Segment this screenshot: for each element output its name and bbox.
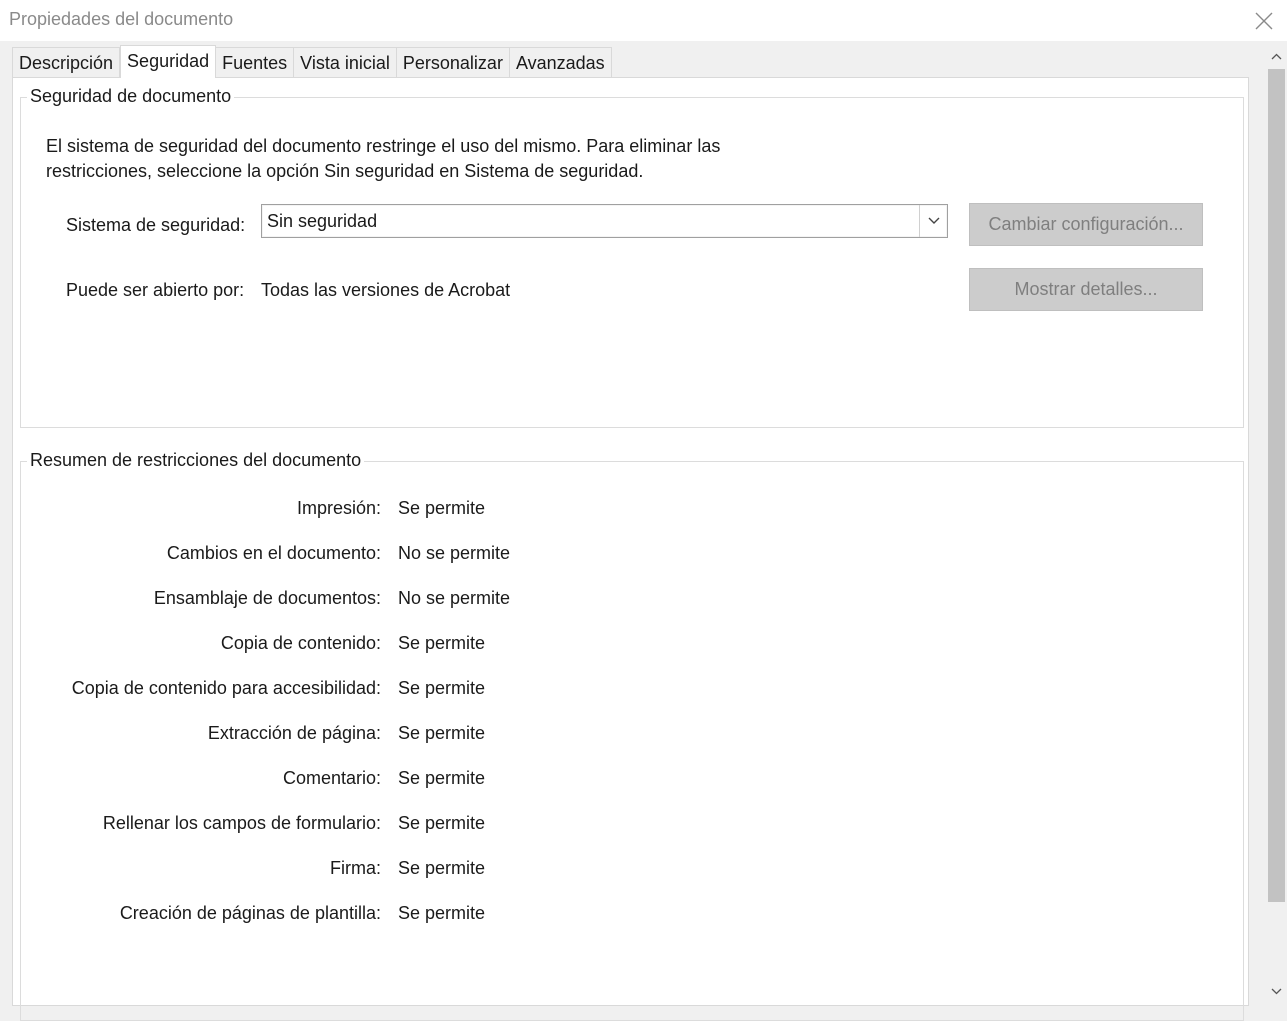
summary-value: No se permite: [398, 588, 511, 608]
summary-row-extraccion: Extracción de página: Se permite: [21, 723, 1245, 747]
scroll-up-button[interactable]: [1266, 46, 1287, 66]
change-settings-button[interactable]: Cambiar configuración...: [969, 203, 1203, 246]
summary-row-plantilla: Creación de páginas de plantilla: Se per…: [21, 903, 1245, 927]
summary-row-impresion: Impresión: Se permite: [21, 498, 1245, 522]
summary-value: Se permite: [398, 678, 486, 698]
summary-row-firma: Firma: Se permite: [21, 858, 1245, 882]
tab-fuentes[interactable]: Fuentes: [216, 47, 295, 78]
dropdown-arrow[interactable]: [919, 205, 947, 237]
summary-value: Se permite: [398, 633, 486, 653]
summary-label: Firma:: [330, 858, 381, 878]
tab-personalizar[interactable]: Personalizar: [396, 47, 510, 78]
security-system-value: Sin seguridad: [267, 211, 378, 231]
summary-label: Cambios en el documento:: [166, 543, 381, 563]
scroll-thumb[interactable]: [1268, 69, 1285, 902]
security-system-label: Sistema de seguridad:: [66, 215, 246, 235]
tab-bar: Descripción Seguridad Fuentes Vista inic…: [12, 45, 612, 78]
summary-label: Creación de páginas de plantilla:: [119, 903, 381, 923]
close-icon: [1255, 12, 1273, 29]
vertical-scrollbar[interactable]: [1266, 41, 1287, 1006]
tab-avanzadas[interactable]: Avanzadas: [509, 47, 612, 78]
opened-by-label: Puede ser abierto por:: [66, 280, 245, 300]
document-security-legend: Seguridad de documento: [27, 86, 235, 107]
close-button[interactable]: [1241, 0, 1287, 41]
summary-label: Extracción de página:: [207, 723, 381, 743]
chevron-down-icon: [928, 217, 939, 224]
summary-value: Se permite: [398, 858, 486, 878]
summary-row-ensamblaje: Ensamblaje de documentos: No se permite: [21, 588, 1245, 612]
summary-label: Rellenar los campos de formulario:: [102, 813, 381, 833]
summary-row-comentario: Comentario: Se permite: [21, 768, 1245, 792]
security-system-select[interactable]: Sin seguridad: [261, 204, 948, 238]
summary-label: Impresión:: [296, 498, 381, 518]
summary-label: Copia de contenido:: [220, 633, 381, 653]
window-title: Propiedades del documento: [9, 9, 234, 29]
summary-row-formulario: Rellenar los campos de formulario: Se pe…: [21, 813, 1245, 837]
restrictions-summary-legend: Resumen de restricciones del documento: [27, 450, 365, 471]
scroll-down-button[interactable]: [1266, 981, 1287, 1001]
opened-by-value: Todas las versiones de Acrobat: [261, 280, 511, 300]
summary-label: Comentario:: [282, 768, 381, 788]
title-bar: Propiedades del documento: [0, 0, 1287, 41]
chevron-down-icon: [1271, 988, 1282, 994]
security-description: El sistema de seguridad del documento re…: [46, 134, 766, 184]
chevron-up-icon: [1271, 53, 1282, 59]
summary-label: Copia de contenido para accesibilidad:: [71, 678, 381, 698]
summary-value: Se permite: [398, 723, 486, 743]
summary-value: No se permite: [398, 543, 511, 563]
security-tab-panel: Seguridad de documento El sistema de seg…: [12, 77, 1249, 1021]
summary-value: Se permite: [398, 813, 486, 833]
summary-label: Ensamblaje de documentos:: [153, 588, 381, 608]
security-description-line-2: restricciones, seleccione la opción Sin …: [46, 161, 644, 181]
summary-value: Se permite: [398, 498, 486, 518]
restrictions-summary-group: Resumen de restricciones del documento I…: [20, 450, 1245, 1021]
document-security-group: Seguridad de documento El sistema de seg…: [20, 86, 1244, 428]
summary-value: Se permite: [398, 903, 486, 923]
security-description-line-1: El sistema de seguridad del documento re…: [46, 136, 721, 156]
summary-value: Se permite: [398, 768, 486, 788]
show-details-button[interactable]: Mostrar detalles...: [969, 268, 1203, 311]
document-properties-dialog: Propiedades del documento Descripción Se…: [0, 0, 1287, 1021]
summary-row-copia-accesibilidad: Copia de contenido para accesibilidad: S…: [21, 678, 1245, 702]
summary-row-cambios: Cambios en el documento: No se permite: [21, 543, 1245, 567]
tab-descripcion[interactable]: Descripción: [12, 47, 121, 78]
tab-vista-inicial[interactable]: Vista inicial: [294, 47, 397, 78]
summary-row-copia: Copia de contenido: Se permite: [21, 633, 1245, 657]
tab-seguridad[interactable]: Seguridad: [120, 45, 217, 78]
